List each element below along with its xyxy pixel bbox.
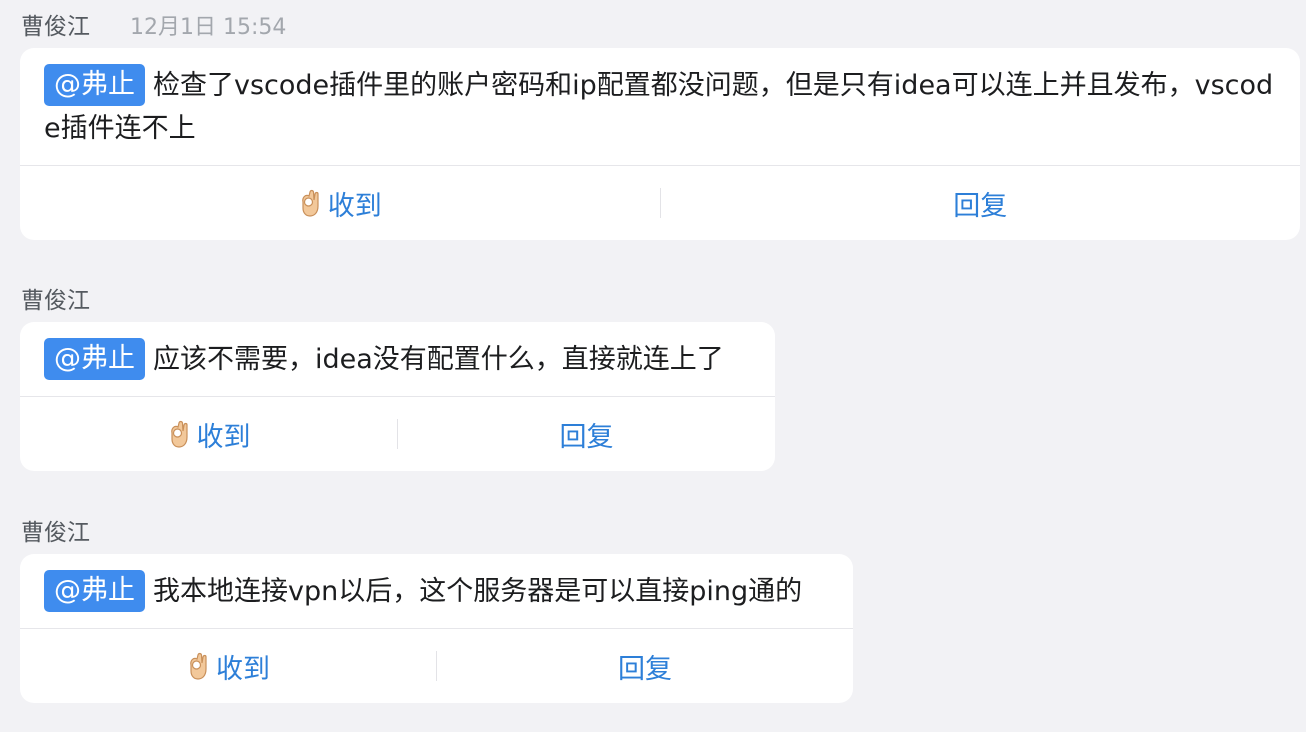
reply-label: 回复 [559, 421, 614, 453]
ok-hand-icon [190, 652, 207, 680]
ok-hand-icon [301, 189, 319, 217]
ack-label: 收到 [196, 421, 251, 453]
message-body: @弗止 检查了vscode插件里的账户密码和ip配置都没问题，但是只有idea可以… [20, 48, 1300, 150]
message-header: 曹俊江 [21, 516, 90, 550]
message-actions: 收到 回复 [20, 165, 1300, 240]
sender-name[interactable]: 曹俊江 [21, 14, 90, 40]
message-header: 曹俊江 [21, 284, 90, 318]
ack-button[interactable]: 收到 [20, 397, 397, 471]
reply-label: 回复 [953, 190, 1008, 222]
ok-hand-icon [170, 420, 188, 448]
ack-label: 收到 [327, 190, 382, 222]
message-actions: 收到 回复 [20, 396, 775, 471]
message-actions: 收到 回复 [20, 628, 853, 703]
message-body: @弗止 应该不需要，idea没有配置什么，直接就连上了 [20, 322, 775, 381]
sender-name[interactable]: 曹俊江 [21, 288, 90, 314]
message-text: 我本地连接vpn以后，这个服务器是可以直接ping通的 [153, 576, 803, 607]
ack-button[interactable]: 收到 [20, 629, 436, 703]
message-header: 曹俊江 12月1日 15:54 [21, 10, 286, 44]
sender-name[interactable]: 曹俊江 [21, 520, 90, 546]
reply-button[interactable]: 回复 [437, 629, 853, 703]
mention-tag[interactable]: @弗止 [44, 64, 145, 106]
ack-button[interactable]: 收到 [20, 166, 660, 240]
message-time: 12月1日 15:54 [130, 15, 287, 40]
message-card: @弗止 检查了vscode插件里的账户密码和ip配置都没问题，但是只有idea可以… [20, 48, 1300, 240]
message-text: 检查了vscode插件里的账户密码和ip配置都没问题，但是只有idea可以连上并… [44, 70, 1274, 144]
reply-button[interactable]: 回复 [661, 166, 1301, 240]
mention-tag[interactable]: @弗止 [44, 570, 145, 612]
message-card: @弗止 我本地连接vpn以后，这个服务器是可以直接ping通的 收到 回复 [20, 554, 853, 703]
reply-button[interactable]: 回复 [398, 397, 775, 471]
message-card: @弗止 应该不需要，idea没有配置什么，直接就连上了 收到 回复 [20, 322, 775, 471]
mention-tag[interactable]: @弗止 [44, 338, 145, 380]
message-body: @弗止 我本地连接vpn以后，这个服务器是可以直接ping通的 [20, 554, 853, 613]
ack-label: 收到 [216, 653, 270, 685]
reply-label: 回复 [618, 653, 672, 685]
message-text: 应该不需要，idea没有配置什么，直接就连上了 [153, 344, 724, 375]
